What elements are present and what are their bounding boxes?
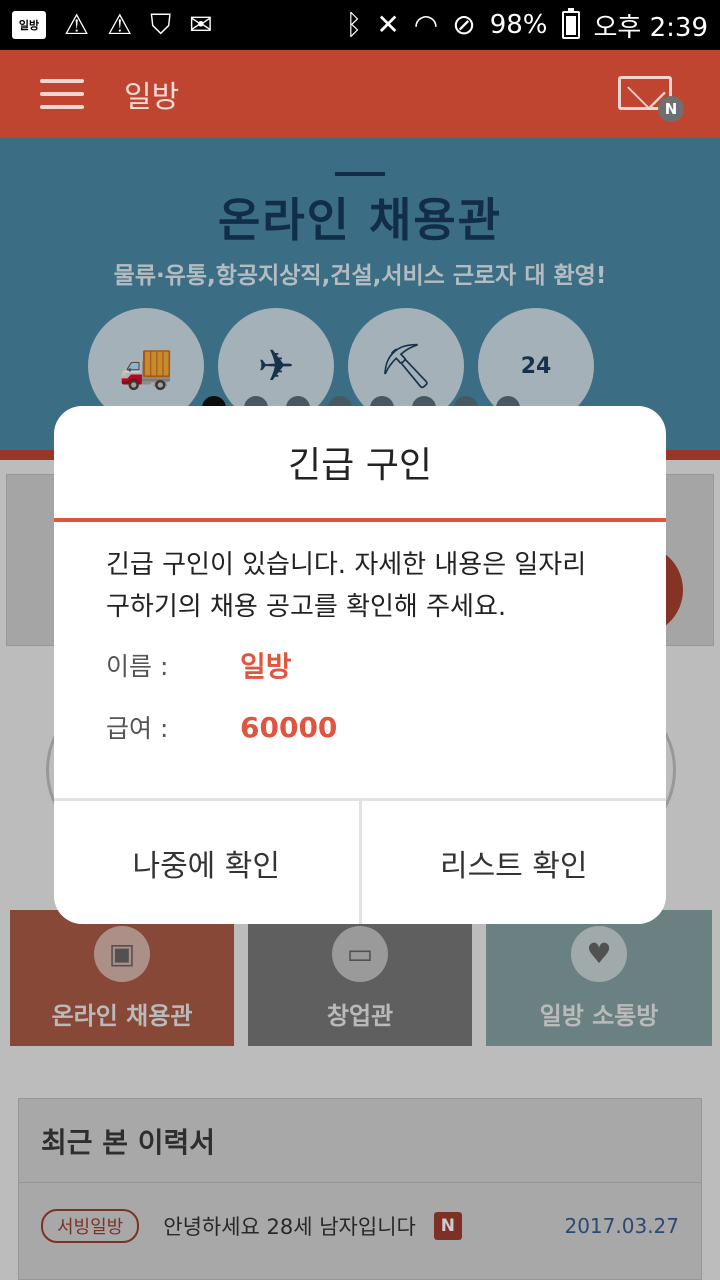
briefcase-icon: ✉ <box>189 8 213 41</box>
view-list-button[interactable]: 리스트 확인 <box>358 801 667 924</box>
new-badge: N <box>658 96 684 122</box>
urgent-hiring-dialog: 긴급 구인 긴급 구인이 있습니다. 자세한 내용은 일자리 구하기의 채용 공… <box>54 406 666 924</box>
pay-value: 60000 <box>240 710 338 744</box>
status-bar: 일방 ⚠ ⚠ ⛉ ✉ ᛒ ✕ ◠ ⊘ 98% 오후 2:39 <box>0 0 720 50</box>
warning-icon: ⚠ <box>64 8 90 41</box>
clock: 오후 2:39 <box>593 12 709 43</box>
battery-percent: 98% <box>489 10 548 40</box>
app-notification-icon: 일방 <box>12 11 46 39</box>
warning-icon: ⚠ <box>107 8 133 41</box>
pay-row: 급여 : 60000 <box>54 696 666 758</box>
dialog-actions: 나중에 확인 리스트 확인 <box>54 798 666 924</box>
wifi-icon: ◠ <box>413 8 439 41</box>
do-not-disturb-icon: ⊘ <box>452 8 476 41</box>
name-value: 일방 <box>240 650 292 683</box>
mail-icon[interactable]: N <box>618 72 684 122</box>
app-title: 일방 <box>124 80 180 115</box>
name-label: 이름 : <box>106 652 169 681</box>
app-bar: 일방 N <box>0 50 720 138</box>
battery-icon <box>561 8 580 39</box>
name-row: 이름 : 일방 <box>54 634 666 696</box>
dialog-message: 긴급 구인이 있습니다. 자세한 내용은 일자리 구하기의 채용 공고를 확인해… <box>106 550 587 622</box>
shield-icon: ⛉ <box>150 8 172 41</box>
later-button[interactable]: 나중에 확인 <box>54 801 359 924</box>
pay-label: 급여 : <box>106 714 169 743</box>
hamburger-menu-icon[interactable] <box>40 79 84 109</box>
dialog-title: 긴급 구인 <box>54 406 666 522</box>
bluetooth-icon: ᛒ <box>345 8 363 41</box>
mute-icon: ✕ <box>376 8 400 41</box>
